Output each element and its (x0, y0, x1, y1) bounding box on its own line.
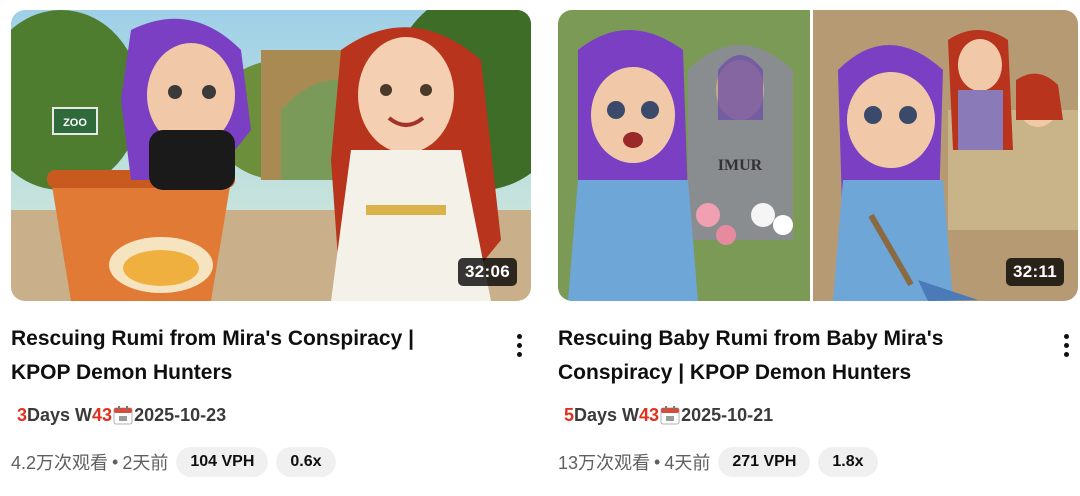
zoo-sign-text: ZOO (63, 117, 87, 129)
video-title[interactable]: Rescuing Rumi from Mira's Conspiracy | K… (11, 322, 461, 390)
video-thumbnail[interactable]: ZOO 32:06 (11, 10, 531, 301)
calendar-icon (660, 405, 680, 425)
view-count: 13万次观看 (558, 453, 651, 473)
more-options-icon[interactable] (1054, 328, 1078, 362)
separator-dot: • (112, 451, 119, 472)
video-duration: 32:06 (458, 258, 517, 286)
publish-info: 3 Days W 43 2025-10-23 (17, 402, 226, 428)
days-label: Days W (574, 404, 640, 425)
week-number: 43 (639, 404, 660, 425)
days-number: 3 (17, 404, 28, 425)
video-card[interactable]: ZOO 32:06 Rescuing Rumi from Mira's Cons… (11, 10, 531, 490)
ratio-badge: 0.6x (276, 447, 336, 477)
video-title[interactable]: Rescuing Baby Rumi from Baby Mira's Cons… (558, 322, 1008, 390)
calendar-icon (113, 405, 133, 425)
publish-info: 5 Days W 43 2025-10-21 (564, 402, 773, 428)
vph-badge: 104 VPH (176, 447, 269, 477)
more-options-icon[interactable] (507, 328, 531, 362)
view-count: 4.2万次观看 (11, 453, 109, 473)
days-label: Days W (27, 404, 93, 425)
week-number: 43 (92, 404, 113, 425)
separator-dot: • (654, 451, 661, 472)
upload-age: 4天前 (664, 453, 711, 473)
thumbnail-illustration: ZOO (11, 10, 531, 301)
tombstone-text: IMUR (718, 157, 763, 174)
video-card[interactable]: IMUR 32:11 Rescuing Baby Rumi from Baby … (558, 10, 1078, 490)
publish-date: 2025-10-21 (681, 404, 774, 425)
vph-badge: 271 VPH (718, 447, 811, 477)
publish-date: 2025-10-23 (134, 404, 227, 425)
days-number: 5 (564, 404, 575, 425)
ratio-badge: 1.8x (818, 447, 878, 477)
thumbnail-illustration: IMUR (558, 10, 1078, 301)
video-duration: 32:11 (1005, 258, 1064, 286)
video-stats: 4.2万次观看 • 2天前 104 VPH 0.6x (11, 446, 336, 478)
video-stats: 13万次观看 • 4天前 271 VPH 1.8x (558, 446, 878, 478)
upload-age: 2天前 (122, 453, 169, 473)
video-thumbnail[interactable]: IMUR 32:11 (558, 10, 1078, 301)
